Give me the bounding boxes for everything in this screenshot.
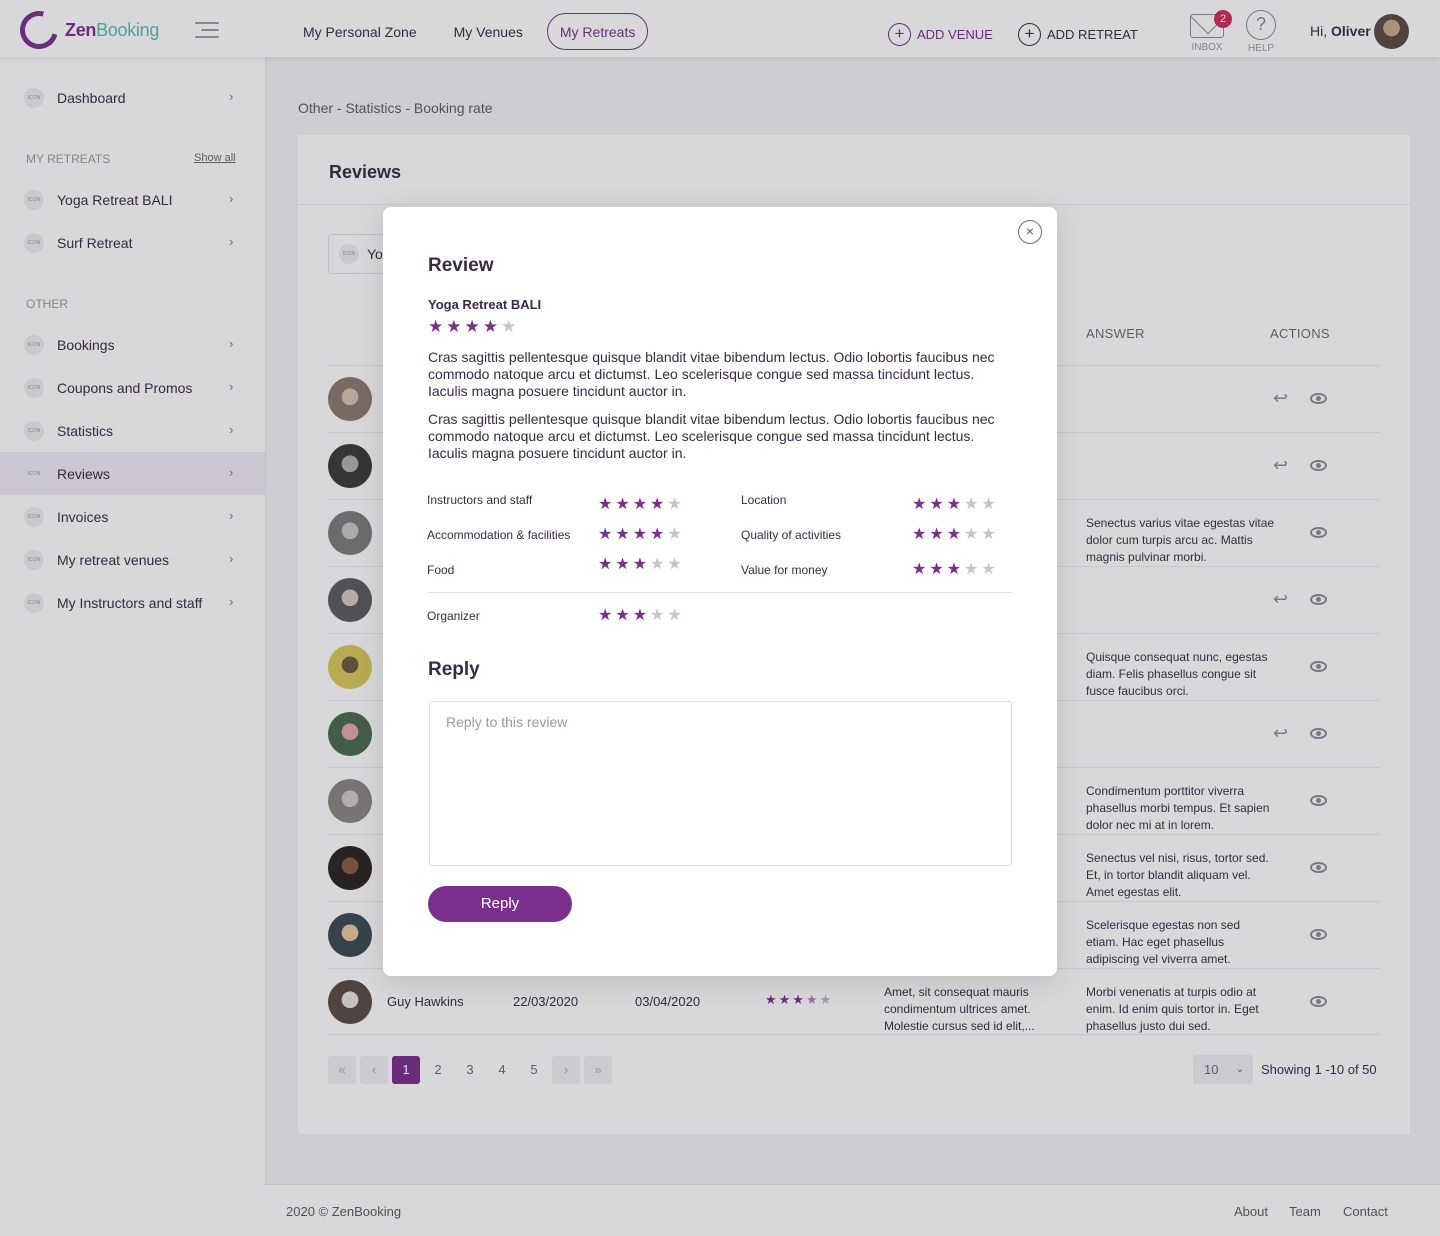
- rating-label-organizer: Organizer: [427, 609, 480, 623]
- reply-heading: Reply: [428, 659, 480, 680]
- reply-textarea[interactable]: [429, 701, 1012, 866]
- reply-button[interactable]: Reply: [428, 886, 572, 922]
- rating-label-accommodation: Accommodation & facilities: [427, 528, 571, 542]
- close-icon[interactable]: ×: [1018, 220, 1042, 244]
- rating-label-value: Value for money: [741, 563, 828, 577]
- overall-rating-stars: ★★★★★: [428, 317, 520, 336]
- rating-stars-instructors: ★★★★★: [598, 496, 685, 513]
- review-paragraph: Cras sagittis pellentesque quisque bland…: [428, 349, 995, 399]
- review-modal: × Review Yoga Retreat BALI ★★★★★ Cras sa…: [383, 207, 1057, 976]
- rating-label-quality: Quality of activities: [741, 528, 842, 542]
- rating-label-food: Food: [427, 563, 455, 577]
- rating-stars-quality: ★★★★★: [912, 526, 999, 543]
- modal-title: Review: [428, 255, 494, 276]
- rating-label-instructors: Instructors and staff: [427, 493, 533, 507]
- divider: [428, 592, 1012, 593]
- rating-stars-accommodation: ★★★★★: [598, 526, 685, 543]
- rating-stars-location: ★★★★★: [912, 496, 999, 513]
- retreat-name: Yoga Retreat BALI: [428, 297, 542, 312]
- rating-stars-food: ★★★★★: [598, 556, 685, 573]
- rating-stars-organizer: ★★★★★: [598, 607, 685, 624]
- rating-stars-value: ★★★★★: [912, 561, 999, 578]
- rating-label-location: Location: [741, 493, 787, 507]
- review-paragraph: Cras sagittis pellentesque quisque bland…: [428, 411, 995, 461]
